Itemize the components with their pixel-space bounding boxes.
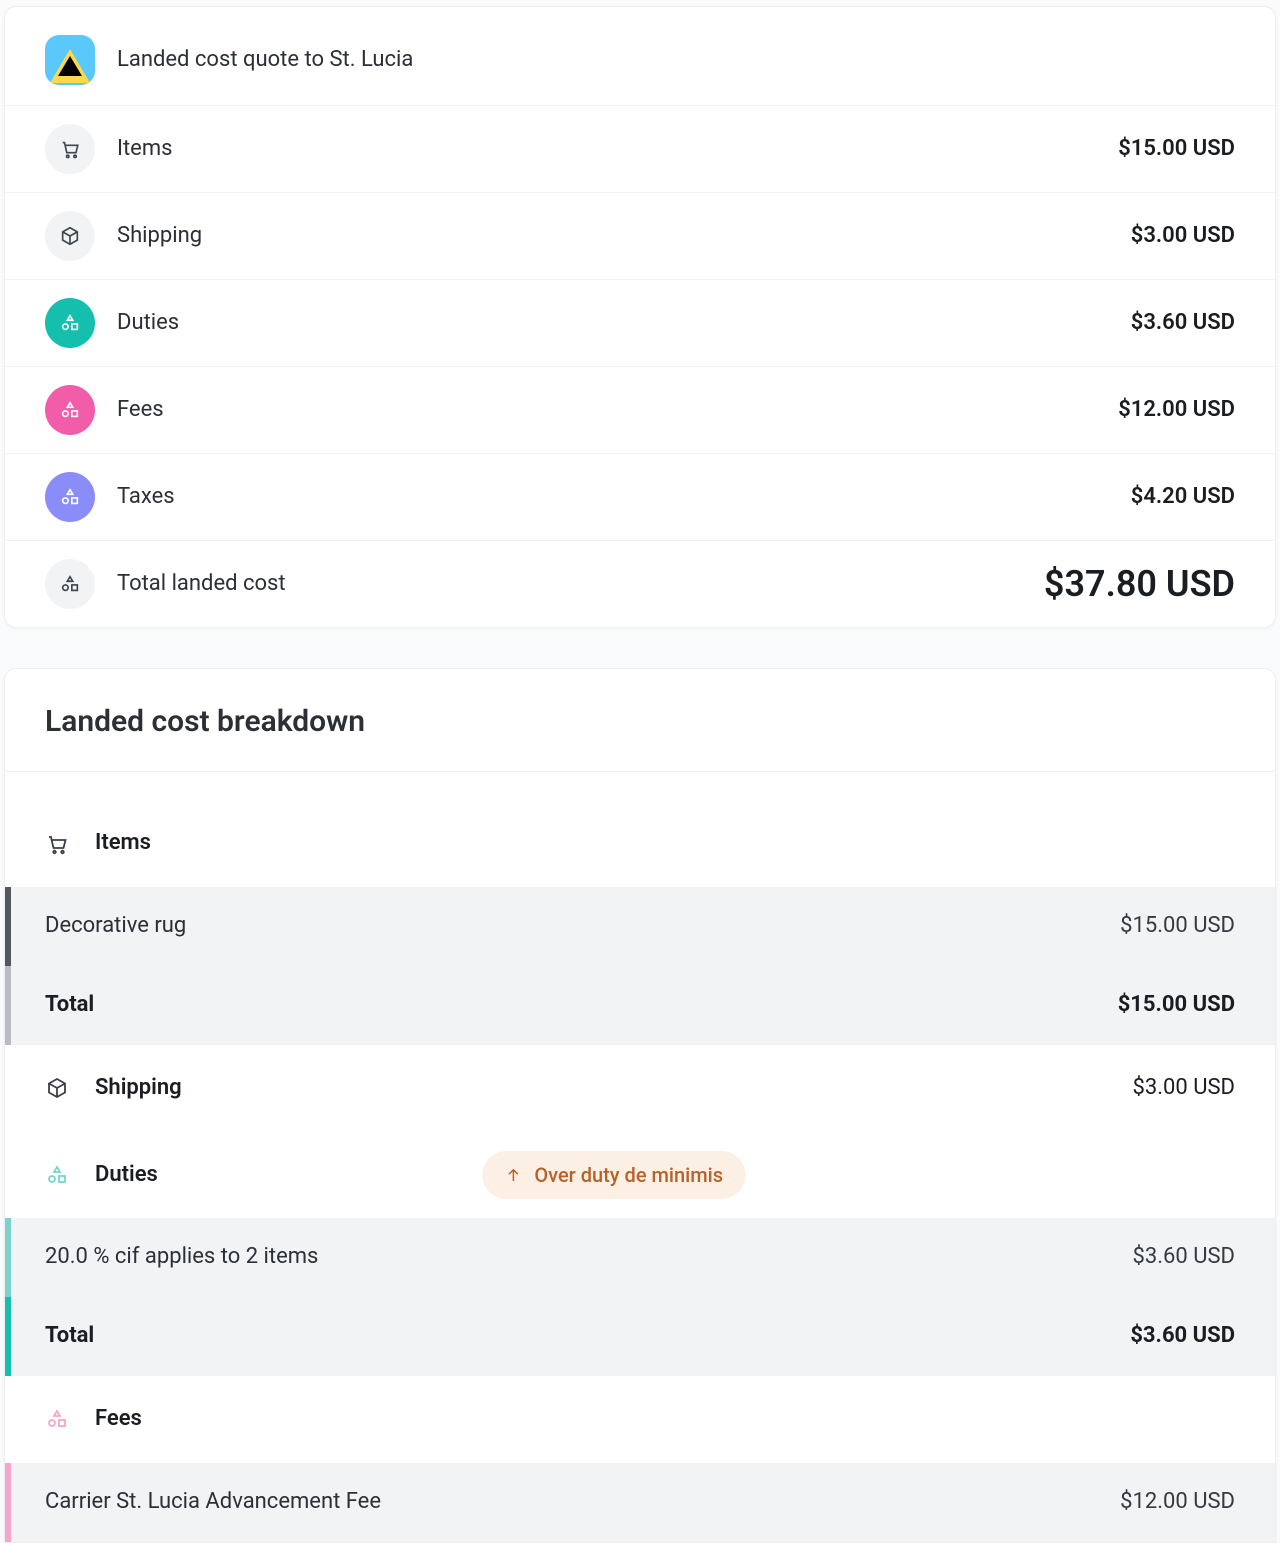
summary-total-value: $37.80 USD [1044, 559, 1235, 609]
items-total-block: Total $15.00 USD [5, 966, 1275, 1045]
items-total-row: Total $15.00 USD [11, 966, 1275, 1045]
shipping-value: $3.00 USD [1133, 1073, 1235, 1104]
st-lucia-flag-icon [45, 35, 95, 85]
summary-label: Fees [117, 395, 164, 426]
fees-line-value: $12.00 USD [1120, 1487, 1235, 1518]
duties-total-value: $3.60 USD [1130, 1321, 1235, 1352]
item-line: Decorative rug $15.00 USD [11, 887, 1275, 966]
summary-label: Taxes [117, 482, 175, 513]
items-total-value: $15.00 USD [1118, 990, 1235, 1021]
summary-value: $12.00 USD [1118, 395, 1235, 426]
taxes-icon [45, 472, 95, 522]
summary-label: Shipping [117, 221, 202, 252]
breakdown-section-duties: Duties Over duty de minimis [5, 1132, 1275, 1219]
summary-row-fees: Fees $12.00 USD [5, 366, 1275, 453]
duties-total-block: Total $3.60 USD [5, 1297, 1275, 1376]
arrow-up-icon [504, 1166, 522, 1184]
duties-total-row: Total $3.60 USD [11, 1297, 1275, 1376]
fees-icon [45, 385, 95, 435]
summary-title: Landed cost quote to St. Lucia [117, 45, 413, 76]
total-icon [45, 559, 95, 609]
items-detail-block: Decorative rug $15.00 USD [5, 887, 1275, 966]
items-total-label: Total [45, 990, 94, 1021]
landed-cost-breakdown-card: Landed cost breakdown Items Decorative r… [4, 668, 1276, 1542]
cart-icon [45, 124, 95, 174]
summary-row-duties: Duties $3.60 USD [5, 279, 1275, 366]
summary-value: $3.00 USD [1131, 221, 1235, 252]
fees-line-label: Carrier St. Lucia Advancement Fee [45, 1487, 381, 1518]
package-icon [45, 211, 95, 261]
summary-total-label: Total landed cost [117, 569, 286, 600]
item-value: $15.00 USD [1120, 911, 1235, 942]
section-label: Shipping [95, 1073, 182, 1104]
item-name: Decorative rug [45, 911, 186, 942]
badge-text: Over duty de minimis [534, 1161, 723, 1189]
duties-line-value: $3.60 USD [1133, 1242, 1235, 1273]
summary-value: $3.60 USD [1131, 308, 1235, 339]
summary-header: Landed cost quote to St. Lucia [5, 7, 1275, 105]
landed-cost-summary-card: Landed cost quote to St. Lucia Items $15… [4, 6, 1276, 628]
summary-row-items: Items $15.00 USD [5, 105, 1275, 192]
section-label: Items [95, 828, 151, 859]
summary-row-taxes: Taxes $4.20 USD [5, 453, 1275, 540]
duties-total-label: Total [45, 1321, 94, 1352]
breakdown-title: Landed cost breakdown [5, 669, 1275, 771]
summary-value: $4.20 USD [1131, 482, 1235, 513]
duties-detail-block: 20.0 % cif applies to 2 items $3.60 USD [5, 1218, 1275, 1297]
section-label: Duties [95, 1160, 158, 1191]
summary-row-total: Total landed cost $37.80 USD [5, 540, 1275, 627]
breakdown-section-fees: Fees [5, 1376, 1275, 1463]
duties-line-label: 20.0 % cif applies to 2 items [45, 1242, 318, 1273]
fees-icon [45, 1407, 69, 1431]
section-label: Fees [95, 1404, 142, 1435]
duties-icon [45, 298, 95, 348]
over-de-minimis-badge: Over duty de minimis [482, 1151, 745, 1199]
breakdown-section-items: Items [5, 772, 1275, 887]
summary-label: Items [117, 134, 173, 165]
duties-line: 20.0 % cif applies to 2 items $3.60 USD [11, 1218, 1275, 1297]
summary-row-shipping: Shipping $3.00 USD [5, 192, 1275, 279]
fees-line: Carrier St. Lucia Advancement Fee $12.00… [11, 1463, 1275, 1542]
summary-value: $15.00 USD [1118, 134, 1235, 165]
cart-icon [45, 832, 69, 856]
breakdown-section-shipping: Shipping $3.00 USD [5, 1045, 1275, 1132]
summary-label: Duties [117, 308, 179, 339]
duties-icon [45, 1163, 69, 1187]
package-icon [45, 1076, 69, 1100]
fees-detail-block: Carrier St. Lucia Advancement Fee $12.00… [5, 1463, 1275, 1542]
